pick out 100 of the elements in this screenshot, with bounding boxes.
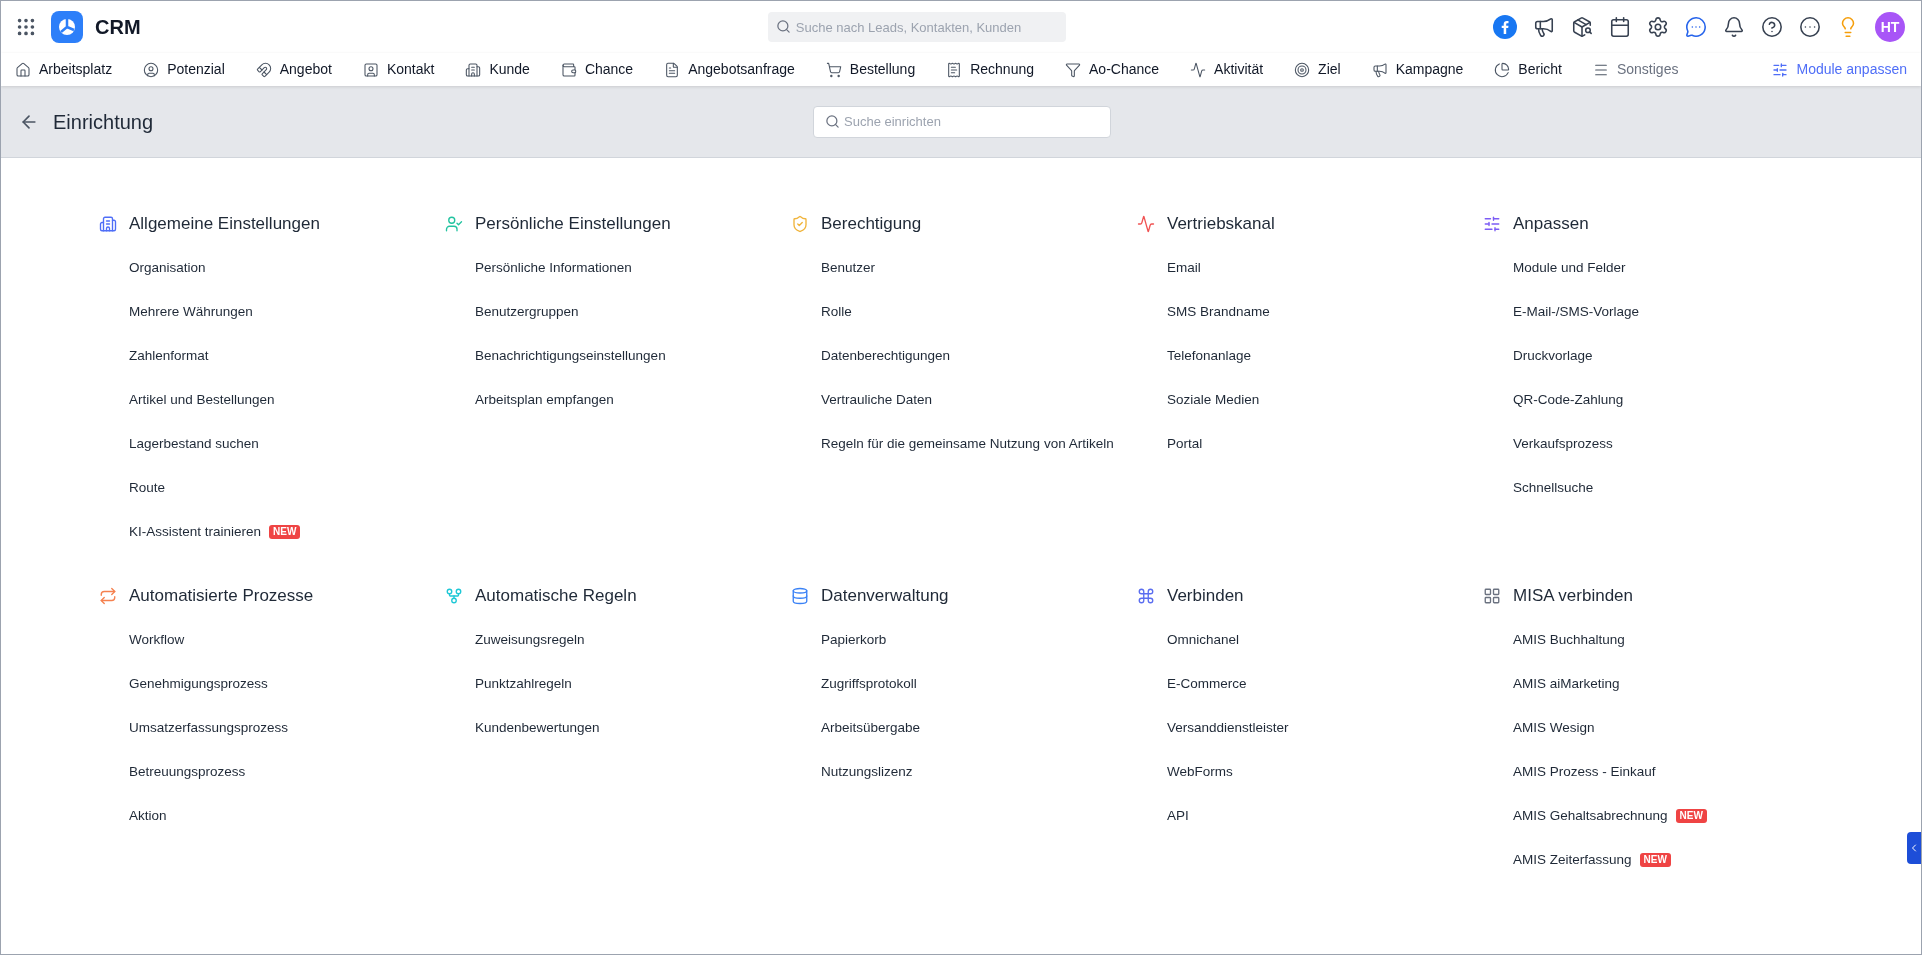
settings-link[interactable]: KI-Assistent trainieren bbox=[129, 521, 262, 543]
settings-link[interactable]: AMIS Zeiterfassung bbox=[1513, 849, 1632, 871]
section-title: Automatisierte Prozesse bbox=[129, 585, 314, 608]
side-panel-toggle[interactable] bbox=[1907, 832, 1921, 864]
module-tab[interactable]: Rechnung bbox=[946, 59, 1034, 80]
section-title: Allgemeine Einstellungen bbox=[129, 213, 320, 236]
section-title: Persönliche Einstellungen bbox=[475, 213, 671, 236]
bell-icon[interactable] bbox=[1723, 16, 1745, 38]
settings-link[interactable]: Module und Felder bbox=[1513, 257, 1626, 279]
search-icon bbox=[825, 113, 841, 129]
settings-link[interactable]: Betreuungsprozess bbox=[129, 761, 246, 783]
settings-link[interactable]: Verkaufsprozess bbox=[1513, 433, 1613, 455]
settings-link[interactable]: Umsatzerfassungsprozess bbox=[129, 717, 289, 739]
settings-link[interactable]: Druckvorlage bbox=[1513, 345, 1593, 367]
settings-link[interactable]: Schnellsuche bbox=[1513, 477, 1594, 499]
settings-link[interactable]: AMIS aiMarketing bbox=[1513, 673, 1620, 695]
settings-link[interactable]: Persönliche Informationen bbox=[475, 257, 632, 279]
settings-link[interactable]: WebForms bbox=[1167, 761, 1233, 783]
module-tab[interactable]: Potenzial bbox=[143, 59, 225, 80]
package-search-icon[interactable] bbox=[1571, 16, 1593, 38]
settings-link[interactable]: Regeln für die gemeinsame Nutzung von Artikeln bbox=[821, 433, 1114, 455]
settings-link[interactable]: Benachrichtigungseinstellungen bbox=[475, 345, 666, 367]
app-name: CRM bbox=[95, 15, 141, 40]
settings-link[interactable]: Versanddienstleister bbox=[1167, 717, 1289, 739]
settings-link[interactable]: Vertrauliche Daten bbox=[821, 389, 933, 411]
app-grid-icon[interactable] bbox=[15, 16, 37, 38]
settings-link[interactable]: AMIS Prozess - Einkauf bbox=[1513, 761, 1656, 783]
settings-link[interactable]: Benutzergruppen bbox=[475, 301, 579, 323]
module-tab[interactable]: Angebotsanfrage bbox=[664, 59, 795, 80]
facebook-icon[interactable] bbox=[1493, 15, 1517, 39]
module-tab[interactable]: Bestellung bbox=[825, 59, 916, 80]
settings-link[interactable]: Zuweisungsregeln bbox=[475, 629, 585, 651]
more-icon[interactable] bbox=[1799, 16, 1821, 38]
settings-link[interactable]: Artikel und Bestellungen bbox=[129, 389, 275, 411]
settings-link[interactable]: E-Commerce bbox=[1167, 673, 1247, 695]
settings-link[interactable]: Mehrere Währungen bbox=[129, 301, 253, 323]
pie-chart-icon bbox=[1494, 61, 1511, 78]
module-tab[interactable]: Aktivität bbox=[1190, 59, 1264, 80]
settings-link[interactable]: Rolle bbox=[821, 301, 852, 323]
customize-modules-link[interactable]: Module anpassen bbox=[1772, 59, 1907, 80]
settings-link[interactable]: Email bbox=[1167, 257, 1201, 279]
module-tab[interactable]: Ao-Chance bbox=[1065, 59, 1160, 80]
target-icon bbox=[1294, 61, 1311, 78]
settings-link[interactable]: API bbox=[1167, 805, 1189, 827]
settings-link[interactable]: Benutzer bbox=[821, 257, 876, 279]
chat-icon[interactable] bbox=[1685, 16, 1707, 38]
magnet-icon bbox=[255, 61, 272, 78]
settings-link[interactable]: Datenberechtigungen bbox=[821, 345, 951, 367]
settings-link[interactable]: E-Mail-/SMS-Vorlage bbox=[1513, 301, 1640, 323]
new-badge: NEW bbox=[269, 525, 301, 539]
settings-link[interactable]: AMIS Buchhaltung bbox=[1513, 629, 1625, 651]
module-tab[interactable]: Arbeitsplatz bbox=[15, 59, 113, 80]
settings-link[interactable]: Genehmigungsprozess bbox=[129, 673, 268, 695]
settings-link[interactable]: AMIS Gehaltsabrechnung bbox=[1513, 805, 1668, 827]
settings-link[interactable]: Punktzahlregeln bbox=[475, 673, 572, 695]
pulse-icon bbox=[1190, 61, 1207, 78]
settings-link[interactable]: Omnichanel bbox=[1167, 629, 1240, 651]
global-search-field[interactable]: Suche nach Leads, Kontakten, Kunden bbox=[767, 12, 1066, 42]
module-tab[interactable]: Ziel bbox=[1294, 59, 1341, 80]
module-tab[interactable]: Kunde bbox=[465, 59, 530, 80]
settings-link[interactable]: Lagerbestand suchen bbox=[129, 433, 259, 455]
section-title: Vertriebskanal bbox=[1167, 213, 1275, 236]
module-tab[interactable]: Kontakt bbox=[362, 59, 435, 80]
module-tab[interactable]: Angebot bbox=[255, 59, 332, 80]
settings-link[interactable]: SMS Brandname bbox=[1167, 301, 1270, 323]
new-badge: NEW bbox=[1639, 853, 1671, 867]
sliders-icon bbox=[1772, 61, 1789, 78]
calendar-icon[interactable] bbox=[1609, 16, 1631, 38]
settings-link[interactable]: Soziale Medien bbox=[1167, 389, 1260, 411]
settings-link[interactable]: Portal bbox=[1167, 433, 1203, 455]
settings-link[interactable]: Arbeitsplan empfangen bbox=[475, 389, 614, 411]
module-tab[interactable]: Bericht bbox=[1494, 59, 1562, 80]
settings-link[interactable]: Nutzungslizenz bbox=[821, 761, 913, 783]
settings-link[interactable]: AMIS Wesign bbox=[1513, 717, 1595, 739]
wallet-icon bbox=[560, 61, 577, 78]
new-badge: NEW bbox=[1675, 809, 1707, 823]
settings-link[interactable]: Telefonanlage bbox=[1167, 345, 1252, 367]
user-circle-icon bbox=[143, 61, 160, 78]
module-tab[interactable]: Chance bbox=[560, 59, 634, 80]
module-tab[interactable]: Kampagne bbox=[1371, 59, 1464, 80]
more-menu-tab[interactable]: Sonstiges bbox=[1592, 59, 1679, 80]
settings-link[interactable]: Arbeitsübergabe bbox=[821, 717, 921, 739]
settings-link[interactable]: Workflow bbox=[129, 629, 185, 651]
settings-link[interactable]: QR-Code-Zahlung bbox=[1513, 389, 1624, 411]
section-title: Automatische Regeln bbox=[475, 585, 637, 608]
help-icon[interactable] bbox=[1761, 16, 1783, 38]
settings-link[interactable]: Organisation bbox=[129, 257, 206, 279]
settings-search-field[interactable]: Suche einrichten bbox=[813, 105, 1112, 138]
megaphone-icon[interactable] bbox=[1533, 16, 1555, 38]
settings-icon[interactable] bbox=[1647, 16, 1669, 38]
section-title: Verbinden bbox=[1167, 585, 1244, 608]
settings-link[interactable]: Papierkorb bbox=[821, 629, 887, 651]
settings-link[interactable]: Zahlenformat bbox=[129, 345, 209, 367]
house-icon bbox=[15, 61, 31, 78]
user-avatar[interactable]: HT bbox=[1875, 12, 1905, 42]
settings-link[interactable]: Zugriffsprotokoll bbox=[821, 673, 917, 695]
settings-link[interactable]: Kundenbewertungen bbox=[475, 717, 600, 739]
settings-link[interactable]: Aktion bbox=[129, 805, 167, 827]
settings-link[interactable]: Route bbox=[129, 477, 166, 499]
section-title: Berechtigung bbox=[821, 213, 922, 236]
